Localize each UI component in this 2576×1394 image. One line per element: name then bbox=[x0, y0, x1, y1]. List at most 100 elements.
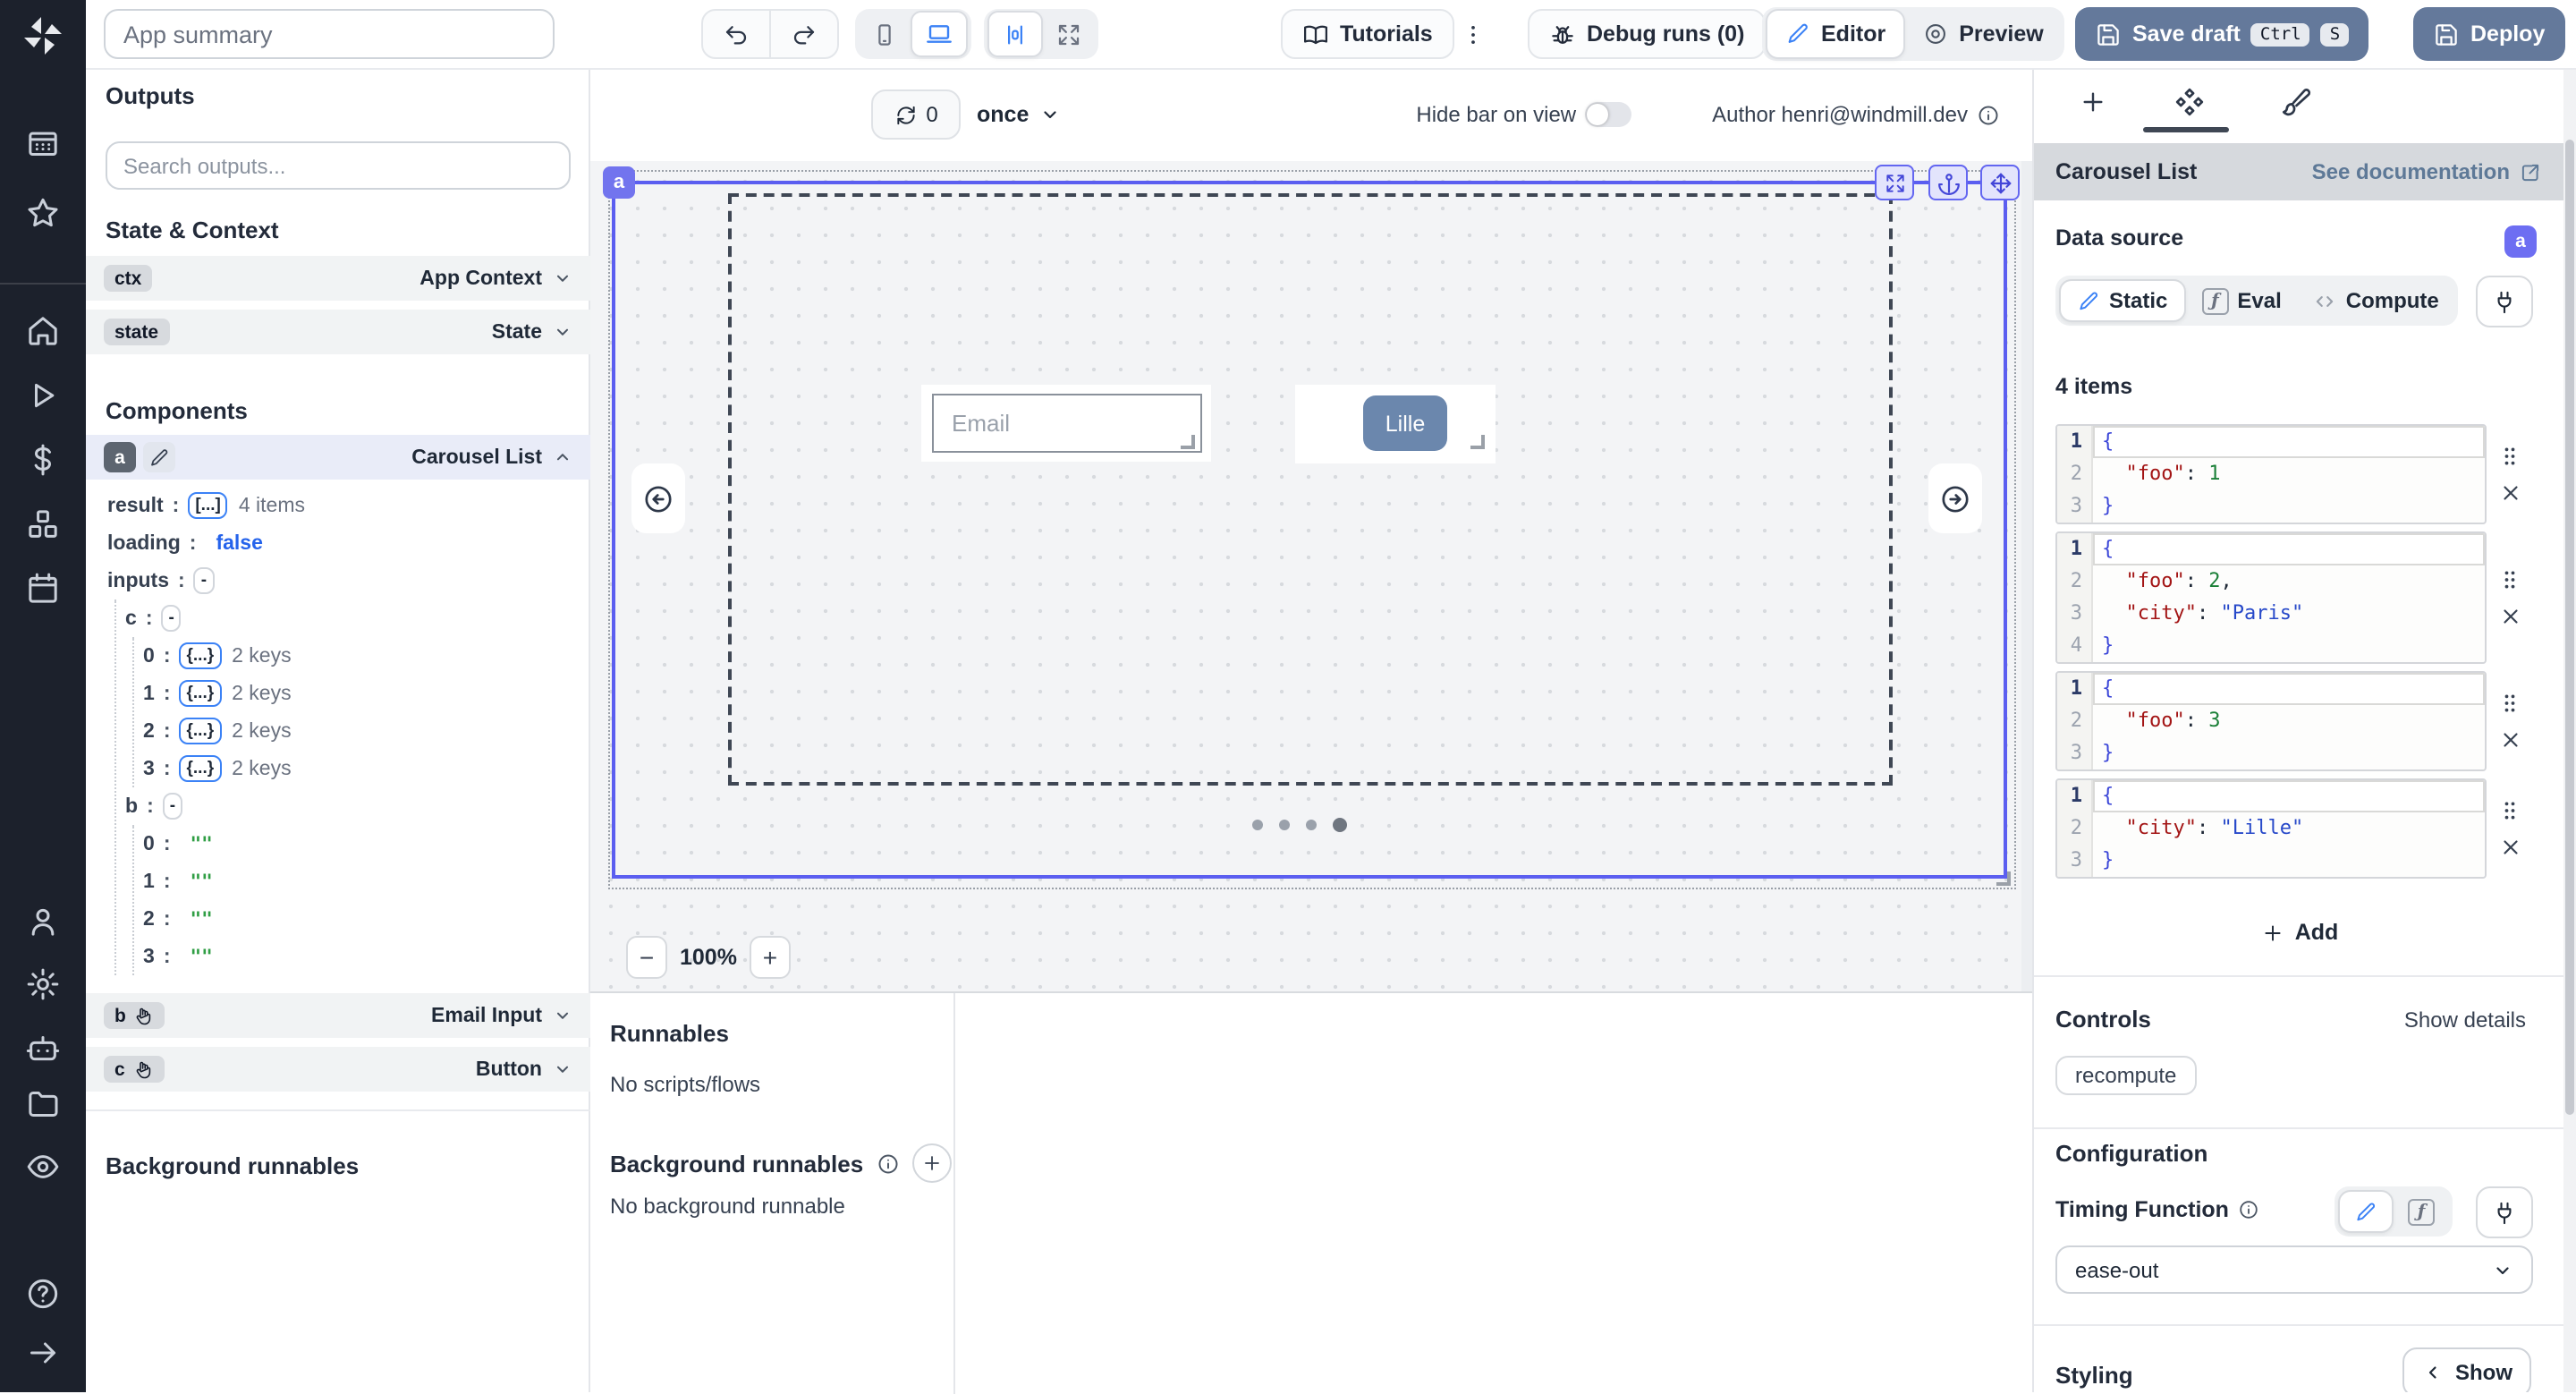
tree-expand-chip[interactable]: {...} bbox=[180, 755, 222, 782]
rename-component-button[interactable] bbox=[143, 442, 175, 472]
json-item-editor[interactable]: 1{2 "foo": 2,3 "city": "Paris"4} bbox=[2055, 531, 2487, 664]
center-content-button[interactable] bbox=[987, 11, 1043, 57]
resize-handle[interactable] bbox=[1470, 435, 1485, 449]
eye-icon[interactable] bbox=[25, 1149, 61, 1185]
calendar-icon[interactable] bbox=[25, 571, 61, 607]
json-item-editor[interactable]: 1{2 "foo": 33} bbox=[2055, 671, 2487, 771]
full-width-button[interactable] bbox=[1043, 13, 1095, 55]
output-tree-row[interactable]: 2:{...}2 keys bbox=[86, 712, 590, 750]
windmill-logo-icon[interactable] bbox=[21, 14, 64, 57]
tree-expand-chip[interactable]: {...} bbox=[180, 680, 222, 707]
drag-handle-icon[interactable] bbox=[2497, 567, 2522, 592]
chevron-down-icon[interactable] bbox=[553, 322, 572, 342]
state-row[interactable]: state State bbox=[86, 310, 590, 354]
move-component-button[interactable] bbox=[1980, 165, 2020, 200]
app-summary-input[interactable] bbox=[104, 9, 555, 59]
carousel-container[interactable] bbox=[728, 193, 1893, 786]
save-draft-button[interactable]: Save draft Ctrl S bbox=[2075, 7, 2368, 61]
output-tree-row[interactable]: 1:"" bbox=[86, 863, 590, 900]
see-documentation-link[interactable]: See documentation bbox=[2312, 159, 2542, 184]
settings-tab[interactable] bbox=[2174, 86, 2206, 118]
deploy-button[interactable]: Deploy bbox=[2413, 7, 2564, 61]
tutorials-button[interactable]: Tutorials bbox=[1281, 9, 1454, 59]
output-tree-row[interactable]: 3:"" bbox=[86, 938, 590, 975]
tree-expand-chip[interactable]: {...} bbox=[180, 642, 222, 669]
chevron-down-icon[interactable] bbox=[553, 1059, 572, 1079]
chevron-up-icon[interactable] bbox=[553, 447, 572, 467]
connect-input-button[interactable] bbox=[2476, 276, 2533, 327]
chevron-down-icon[interactable] bbox=[553, 1006, 572, 1025]
timing-function-select[interactable]: ease-out bbox=[2055, 1245, 2533, 1294]
eval-tab[interactable]: ƒ Eval bbox=[2185, 279, 2297, 322]
resize-handle[interactable] bbox=[1181, 435, 1195, 449]
debug-runs-button[interactable]: Debug runs (0) bbox=[1528, 9, 1766, 59]
output-tree-row[interactable]: 0:"" bbox=[86, 825, 590, 863]
anchor-component-button[interactable] bbox=[1928, 165, 1968, 200]
desktop-view-button[interactable] bbox=[911, 11, 968, 57]
dollar-icon[interactable] bbox=[25, 442, 61, 478]
json-item-editor[interactable]: 1{2 "city": "Lille"3} bbox=[2055, 778, 2487, 879]
chevron-down-icon[interactable] bbox=[553, 268, 572, 288]
drag-handle-icon[interactable] bbox=[2497, 691, 2522, 716]
app-canvas[interactable]: a Email Lille − bbox=[590, 161, 2032, 991]
output-tree-row[interactable]: 1:{...}2 keys bbox=[86, 675, 590, 712]
carousel-next-button[interactable] bbox=[1928, 463, 1982, 533]
tree-expand-chip[interactable]: - bbox=[194, 567, 214, 594]
recompute-button[interactable]: recompute bbox=[2055, 1056, 2196, 1095]
refresh-button[interactable]: 0 bbox=[871, 89, 961, 140]
boxes-icon[interactable] bbox=[25, 506, 61, 542]
info-icon[interactable] bbox=[2238, 1199, 2259, 1220]
carousel-dot-3[interactable] bbox=[1306, 820, 1317, 830]
hide-bar-toggle[interactable] bbox=[1585, 102, 1631, 127]
carousel-dot-4[interactable] bbox=[1333, 818, 1347, 832]
component-a-row[interactable]: a Carousel List bbox=[86, 435, 590, 480]
star-icon[interactable] bbox=[25, 195, 61, 231]
ctx-row[interactable]: ctx App Context bbox=[86, 256, 590, 301]
static-tab[interactable]: Static bbox=[2059, 279, 2185, 322]
tree-expand-chip[interactable]: [...] bbox=[188, 492, 228, 519]
insert-tab[interactable] bbox=[2077, 86, 2109, 118]
output-tree-row[interactable]: inputs:- bbox=[86, 562, 590, 599]
timing-static-tab[interactable] bbox=[2338, 1190, 2394, 1233]
styling-tab[interactable] bbox=[2279, 86, 2311, 118]
output-tree-row[interactable]: result:[...]4 items bbox=[86, 487, 590, 524]
output-tree-row[interactable]: loading:false bbox=[86, 524, 590, 562]
folder-icon[interactable] bbox=[25, 1086, 61, 1122]
undo-button[interactable] bbox=[703, 11, 769, 57]
output-tree-row[interactable]: 2:"" bbox=[86, 900, 590, 938]
component-c-row[interactable]: c Button bbox=[86, 1047, 590, 1092]
panel-scrollbar[interactable] bbox=[2563, 68, 2576, 1392]
selection-resize-handle[interactable] bbox=[1996, 871, 2011, 886]
drag-handle-icon[interactable] bbox=[2497, 444, 2522, 469]
output-tree-row[interactable]: 0:{...}2 keys bbox=[86, 637, 590, 675]
button-component[interactable]: Lille bbox=[1363, 395, 1447, 451]
play-icon[interactable] bbox=[25, 378, 61, 413]
zoom-out-button[interactable]: − bbox=[626, 936, 667, 979]
component-b-row[interactable]: b Email Input bbox=[86, 993, 590, 1038]
workspace-icon[interactable] bbox=[25, 125, 61, 161]
user-icon[interactable] bbox=[25, 904, 61, 939]
output-tree-row[interactable]: c:- bbox=[86, 599, 590, 637]
info-icon[interactable] bbox=[876, 1152, 899, 1175]
email-input-component[interactable]: Email bbox=[932, 394, 1202, 453]
show-styling-button[interactable]: Show bbox=[2402, 1347, 2531, 1392]
drag-handle-icon[interactable] bbox=[2497, 798, 2522, 823]
carousel-dot-2[interactable] bbox=[1279, 820, 1290, 830]
search-outputs-input[interactable] bbox=[106, 141, 571, 190]
timing-eval-tab[interactable]: ƒ bbox=[2394, 1190, 2449, 1233]
delete-item-icon[interactable] bbox=[2498, 481, 2521, 505]
show-details-link[interactable]: Show details bbox=[2404, 1007, 2526, 1033]
compute-tab[interactable]: Compute bbox=[2298, 279, 2455, 322]
carousel-prev-button[interactable] bbox=[631, 463, 685, 533]
editor-tab[interactable]: Editor bbox=[1766, 9, 1905, 59]
expand-component-button[interactable] bbox=[1875, 165, 1914, 200]
zoom-in-button[interactable]: + bbox=[750, 936, 791, 979]
tree-expand-chip[interactable]: - bbox=[162, 605, 182, 632]
carousel-dot-1[interactable] bbox=[1252, 820, 1263, 830]
add-item-button[interactable]: Add bbox=[2034, 913, 2565, 952]
tree-expand-chip[interactable]: - bbox=[163, 793, 182, 820]
arrow-right-icon[interactable] bbox=[25, 1335, 61, 1371]
home-icon[interactable] bbox=[25, 313, 61, 349]
info-icon[interactable] bbox=[1977, 103, 2000, 126]
bot-icon[interactable] bbox=[25, 1031, 61, 1067]
